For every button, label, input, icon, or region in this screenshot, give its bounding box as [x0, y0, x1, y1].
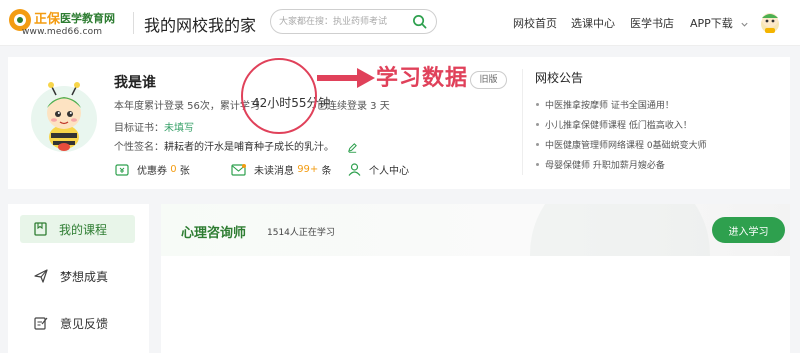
enter-study-button[interactable]: 进入学习 [712, 217, 785, 243]
sidebar-item-my-courses[interactable]: 我的课程 [20, 215, 135, 243]
sidebar: 我的课程 梦想成真 意见反馈 [8, 204, 149, 353]
user-name: 我是谁 [114, 75, 156, 91]
search-input[interactable] [279, 13, 407, 30]
bullet-icon [536, 102, 539, 106]
cert-label: 目标证书： [114, 123, 164, 134]
logo-brand-text: 正保 [34, 12, 61, 27]
notice-item[interactable]: 中医推拿按摩师 证书全国通用！ [536, 94, 707, 114]
edit-icon[interactable] [347, 142, 358, 153]
signature-text: 耕耘者的汗水是哺育种子成长的乳汁。 [164, 142, 334, 153]
coupon-label: 优惠券 [137, 166, 167, 177]
nav-course-center[interactable]: 选课中心 [571, 15, 615, 31]
top-header: 正保 医学教育网 www.med66.com 我的网校我的家 网校首页 选课中心… [0, 0, 800, 46]
nav-home[interactable]: 网校首页 [513, 15, 557, 31]
sidebar-item-label: 梦想成真 [60, 269, 109, 284]
unread-label: 未读消息 [254, 166, 294, 177]
user-avatar[interactable] [29, 75, 99, 155]
notice-item-text: 中医推拿按摩师 证书全国通用！ [545, 100, 674, 111]
bullet-icon [536, 122, 539, 126]
signature-label: 个性签名： [114, 142, 164, 153]
unread-unit: 条 [321, 166, 332, 177]
user-icon [348, 163, 361, 176]
book-icon [34, 222, 47, 236]
coupon-icon [115, 163, 129, 176]
bullet-icon [536, 142, 539, 146]
bullet-icon [536, 162, 539, 166]
course-panel: 心理咨询师 1514人正在学习 进入学习 [161, 204, 790, 353]
personal-center-link[interactable]: 个人中心 [348, 162, 409, 177]
user-avatar-small[interactable] [757, 9, 783, 35]
sidebar-item-feedback[interactable]: 意见反馈 [20, 309, 135, 337]
notice-item[interactable]: 母婴保健师 升职加薪月嫂必备 [536, 154, 707, 174]
search-box [270, 9, 437, 34]
nav-app-download[interactable]: APP下载 [690, 15, 749, 31]
course-learner-count: 1514人正在学习 [267, 228, 335, 238]
mail-icon [231, 163, 246, 176]
course-name[interactable]: 心理咨询师 [181, 222, 246, 241]
edit-note-icon [34, 317, 48, 330]
sidebar-item-dreams[interactable]: 梦想成真 [20, 262, 135, 290]
coupon-stat[interactable]: 优惠券 0 张 [115, 162, 190, 177]
target-cert-row: 目标证书：未填写 [114, 119, 194, 134]
login-stats: 本年度累计登录 56次，累计学习 [114, 101, 260, 112]
signature-row: 个性签名：耕耘者的汗水是哺育种子成长的乳汁。 [114, 138, 358, 153]
nav-bookstore[interactable]: 医学书店 [630, 15, 674, 31]
cert-value-link[interactable]: 未填写 [164, 123, 194, 134]
paper-plane-icon [34, 269, 48, 283]
notice-item[interactable]: 中医健康管理师网络课程 0基础蜕变大师 [536, 134, 707, 154]
old-version-button[interactable]: 旧版 [470, 71, 507, 89]
chevron-down-icon [741, 22, 748, 27]
annotation-circle [241, 58, 317, 134]
course-row: 心理咨询师 1514人正在学习 进入学习 [161, 204, 790, 256]
coupon-count: 0 [170, 164, 177, 175]
logo-url: www.med66.com [22, 27, 103, 37]
notice-item-text: 小儿推拿保健师课程 低门槛高收入！ [545, 120, 692, 131]
nav-app-download-label: APP下载 [690, 17, 733, 30]
sidebar-item-label: 我的课程 [59, 222, 108, 237]
continuous-login: 已连续登录 3 天 [317, 101, 390, 112]
annotation-label: 学习数据 [376, 66, 469, 91]
site-logo[interactable]: 正保 医学教育网 www.med66.com [9, 7, 127, 39]
page-title: 我的网校我的家 [144, 16, 257, 35]
unread-message-stat[interactable]: 未读消息 99+ 条 [231, 162, 331, 177]
notice-title: 网校公告 [535, 71, 584, 85]
unread-count: 99+ [297, 164, 319, 175]
personal-center-label: 个人中心 [369, 166, 409, 177]
search-icon[interactable] [412, 14, 427, 29]
notice-item-text: 母婴保健师 升职加薪月嫂必备 [545, 160, 665, 171]
notice-item-text: 中医健康管理师网络课程 0基础蜕变大师 [545, 140, 707, 151]
sidebar-item-label: 意见反馈 [60, 316, 109, 331]
notice-item[interactable]: 小儿推拿保健师课程 低门槛高收入！ [536, 114, 707, 134]
annotation-arrow-icon [317, 68, 375, 88]
notice-list: 中医推拿按摩师 证书全国通用！ 小儿推拿保健师课程 低门槛高收入！ 中医健康管理… [536, 94, 707, 174]
logo-site-name: 医学教育网 [60, 12, 115, 25]
notice-divider [522, 69, 523, 175]
header-divider [133, 12, 134, 34]
coupon-unit: 张 [179, 166, 190, 177]
